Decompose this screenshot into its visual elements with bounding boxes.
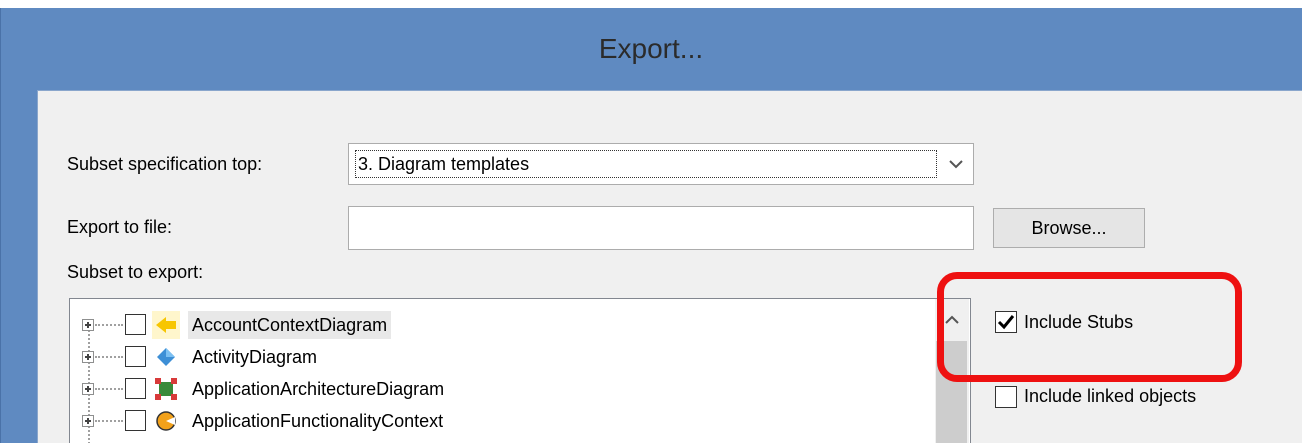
export-file-label: Export to file:	[67, 217, 173, 237]
tree-item-label: AccountContextDiagram	[188, 311, 392, 339]
tree-dots	[95, 388, 123, 390]
subset-spec-dropdown[interactable]: 3. Diagram templates	[348, 143, 974, 185]
tree-dots	[95, 420, 123, 422]
tree-item[interactable]: ApplicationFunctionalityContext	[70, 405, 930, 437]
tree-item-label: ActivityDiagram	[192, 347, 318, 367]
dialog-title: Export...	[598, 33, 704, 64]
activity-diamond-icon	[157, 348, 175, 366]
include-linked-objects-label: Include linked objects	[1024, 386, 1197, 406]
browse-button[interactable]: Browse...	[993, 208, 1145, 248]
expand-plus-icon[interactable]	[82, 415, 94, 427]
tree-item[interactable]: ActivityDiagram	[70, 341, 930, 373]
chevron-down-icon[interactable]	[939, 144, 973, 184]
tree-item-label: ApplicationArchitectureDiagram	[192, 379, 445, 399]
account-context-icon	[152, 311, 180, 339]
tree-item-label: ApplicationFunctionalityContext	[192, 411, 444, 431]
tree-dots	[95, 356, 123, 358]
subset-spec-value: 3. Diagram templates	[355, 150, 937, 178]
highlight-annotation	[937, 272, 1242, 382]
tree-item-checkbox[interactable]	[125, 410, 146, 431]
include-linked-objects-checkbox[interactable]	[995, 386, 1017, 408]
subset-tree[interactable]: AccountContextDiagram ActivityDiagram Ap…	[69, 298, 971, 443]
tree-item[interactable]: ApplicationArchitectureDiagram	[70, 373, 930, 405]
expand-plus-icon[interactable]	[82, 383, 94, 395]
subset-to-export-label: Subset to export:	[67, 262, 204, 282]
tree-item-checkbox[interactable]	[125, 378, 146, 399]
application-architecture-icon	[155, 378, 177, 400]
expand-plus-icon[interactable]	[82, 351, 94, 363]
expand-plus-icon[interactable]	[82, 319, 94, 331]
tree-item-checkbox[interactable]	[125, 314, 146, 335]
application-functionality-icon	[156, 411, 176, 431]
subset-spec-label: Subset specification top:	[67, 154, 263, 174]
export-file-input[interactable]	[348, 206, 974, 250]
tree-item-checkbox[interactable]	[125, 346, 146, 367]
tree-dots	[95, 324, 123, 326]
tree-item[interactable]: AccountContextDiagram	[70, 309, 930, 341]
